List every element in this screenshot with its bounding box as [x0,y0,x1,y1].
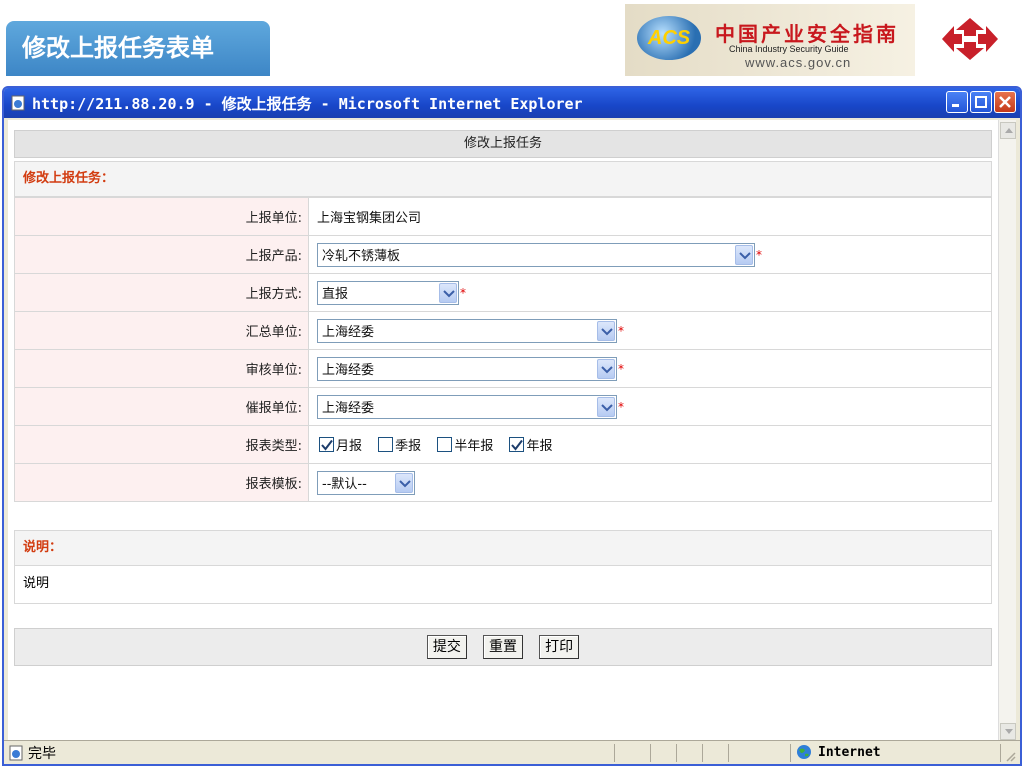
minimize-button[interactable] [946,91,968,113]
security-zone: Internet [796,744,881,760]
globe-icon [797,745,811,759]
required-mark: * [618,323,624,338]
chevron-down-icon[interactable] [597,320,615,341]
slide-title: 修改上报任务表单 [6,21,270,76]
zone-text: Internet [818,744,881,760]
status-divider [1000,744,1001,762]
banner-cn-title: 中国产业安全指南 [715,22,899,46]
chevron-down-icon[interactable] [395,472,413,493]
form-row-reminder-unit: 催报单位: 上海经委 * [14,387,992,426]
maximize-icon [975,96,987,108]
product-select[interactable]: 冷轧不锈薄板 [317,242,755,267]
product-select-value: 冷轧不锈薄板 [322,249,401,264]
label-product: 上报产品: [14,235,309,274]
window-titlebar[interactable]: http://211.88.20.9 - 修改上报任务 - Microsoft … [4,88,1020,118]
required-mark: * [460,285,466,300]
banner-en-title: China Industry Security Guide [729,44,849,54]
scroll-up-button[interactable] [1000,122,1016,139]
reset-button[interactable]: 重置 [483,635,523,659]
label-method: 上报方式: [14,273,309,312]
required-mark: * [756,247,762,262]
acs-banner: ACS 中国产业安全指南 China Industry Security Gui… [625,4,915,76]
scroll-down-button[interactable] [1000,723,1016,740]
template-select-value: --默认-- [322,477,367,492]
checkbox-quarterly[interactable] [378,437,394,452]
notes-title: 说明： [14,530,992,566]
value-reporting-unit: 上海宝钢集团公司 [308,197,992,236]
status-divider [650,744,651,762]
method-select-value: 直报 [322,287,349,302]
status-bar: 完毕 Internet [4,740,1020,764]
arrow-down-icon [1005,729,1013,734]
template-select[interactable]: --默认-- [317,470,415,495]
resize-grip-icon[interactable] [1004,750,1016,762]
report-task-form: 修改上报任务 修改上报任务： 上报单位: 上海宝钢集团公司 上报产品: 冷轧不锈… [14,130,992,666]
maximize-button[interactable] [970,91,992,113]
summary-unit-select-value: 上海经委 [322,325,375,340]
checkbox-half-year[interactable] [437,437,453,452]
checkbox-annual-label: 年报 [526,439,553,454]
submit-button[interactable]: 提交 [426,635,467,659]
checkbox-monthly-label: 月报 [336,439,363,454]
status-divider [728,744,729,762]
status-divider [676,744,677,762]
arrow-up-icon [1005,128,1013,133]
summary-unit-select[interactable]: 上海经委 [317,318,617,343]
checkbox-annual[interactable] [509,437,525,452]
print-button[interactable]: 打印 [539,635,580,659]
checkbox-half-year-label: 半年报 [454,439,494,454]
status-text: 完毕 [28,745,56,762]
checkmark-icon [321,439,333,451]
page-done-icon [9,745,23,760]
minimize-icon [952,104,959,107]
reminder-unit-select-value: 上海经委 [322,401,375,416]
notes-text: 说明 [14,566,992,604]
label-reporting-unit: 上报单位: [14,197,309,236]
banner-url: www.acs.gov.cn [745,55,852,70]
label-reminder-unit: 催报单位: [14,387,309,426]
reminder-unit-select[interactable]: 上海经委 [317,394,617,419]
form-banner: 修改上报任务 [14,130,992,158]
form-row-report-type: 报表类型: 月报 季报 半年报 年报 [14,425,992,464]
label-summary-unit: 汇总单位: [14,311,309,350]
checkmark-icon [511,439,524,451]
chevron-down-icon[interactable] [735,244,753,265]
form-row-product: 上报产品: 冷轧不锈薄板 * [14,235,992,274]
ie-window: http://211.88.20.9 - 修改上报任务 - Microsoft … [2,86,1022,766]
window-title: http://211.88.20.9 - 修改上报任务 - Microsoft … [32,94,583,113]
button-bar: 提交 重置 打印 [14,628,992,666]
form-row-method: 上报方式: 直报 * [14,273,992,312]
form-row-audit-unit: 审核单位: 上海经委 * [14,349,992,388]
chevron-down-icon[interactable] [597,358,615,379]
close-button[interactable] [994,91,1016,113]
label-audit-unit: 审核单位: [14,349,309,388]
status-divider [790,744,791,762]
status-divider [702,744,703,762]
label-report-type: 报表类型: [14,425,309,464]
required-mark: * [618,399,624,414]
close-icon [999,96,1011,108]
audit-unit-select-value: 上海经委 [322,363,375,378]
acs-globe-logo: ACS [637,16,701,60]
checkbox-quarterly-label: 季报 [395,439,422,454]
ie-page-icon [11,95,25,111]
required-mark: * [618,361,624,376]
method-select[interactable]: 直报 [317,280,459,305]
company-logo-icon [942,18,998,60]
form-row-reporting-unit: 上报单位: 上海宝钢集团公司 [14,197,992,236]
label-template: 报表模板: [14,463,309,502]
form-table: 上报单位: 上海宝钢集团公司 上报产品: 冷轧不锈薄板 * 上报方式: 直报 *… [14,197,992,502]
checkbox-monthly[interactable] [319,437,334,452]
form-row-summary-unit: 汇总单位: 上海经委 * [14,311,992,350]
page-content: 修改上报任务 修改上报任务： 上报单位: 上海宝钢集团公司 上报产品: 冷轧不锈… [8,120,1016,742]
audit-unit-select[interactable]: 上海经委 [317,356,617,381]
status-divider [614,744,615,762]
vertical-scrollbar[interactable] [998,120,1016,742]
form-row-template: 报表模板: --默认-- [14,463,992,502]
chevron-down-icon[interactable] [597,396,615,417]
section-title: 修改上报任务： [14,161,992,197]
chevron-down-icon[interactable] [439,282,457,303]
